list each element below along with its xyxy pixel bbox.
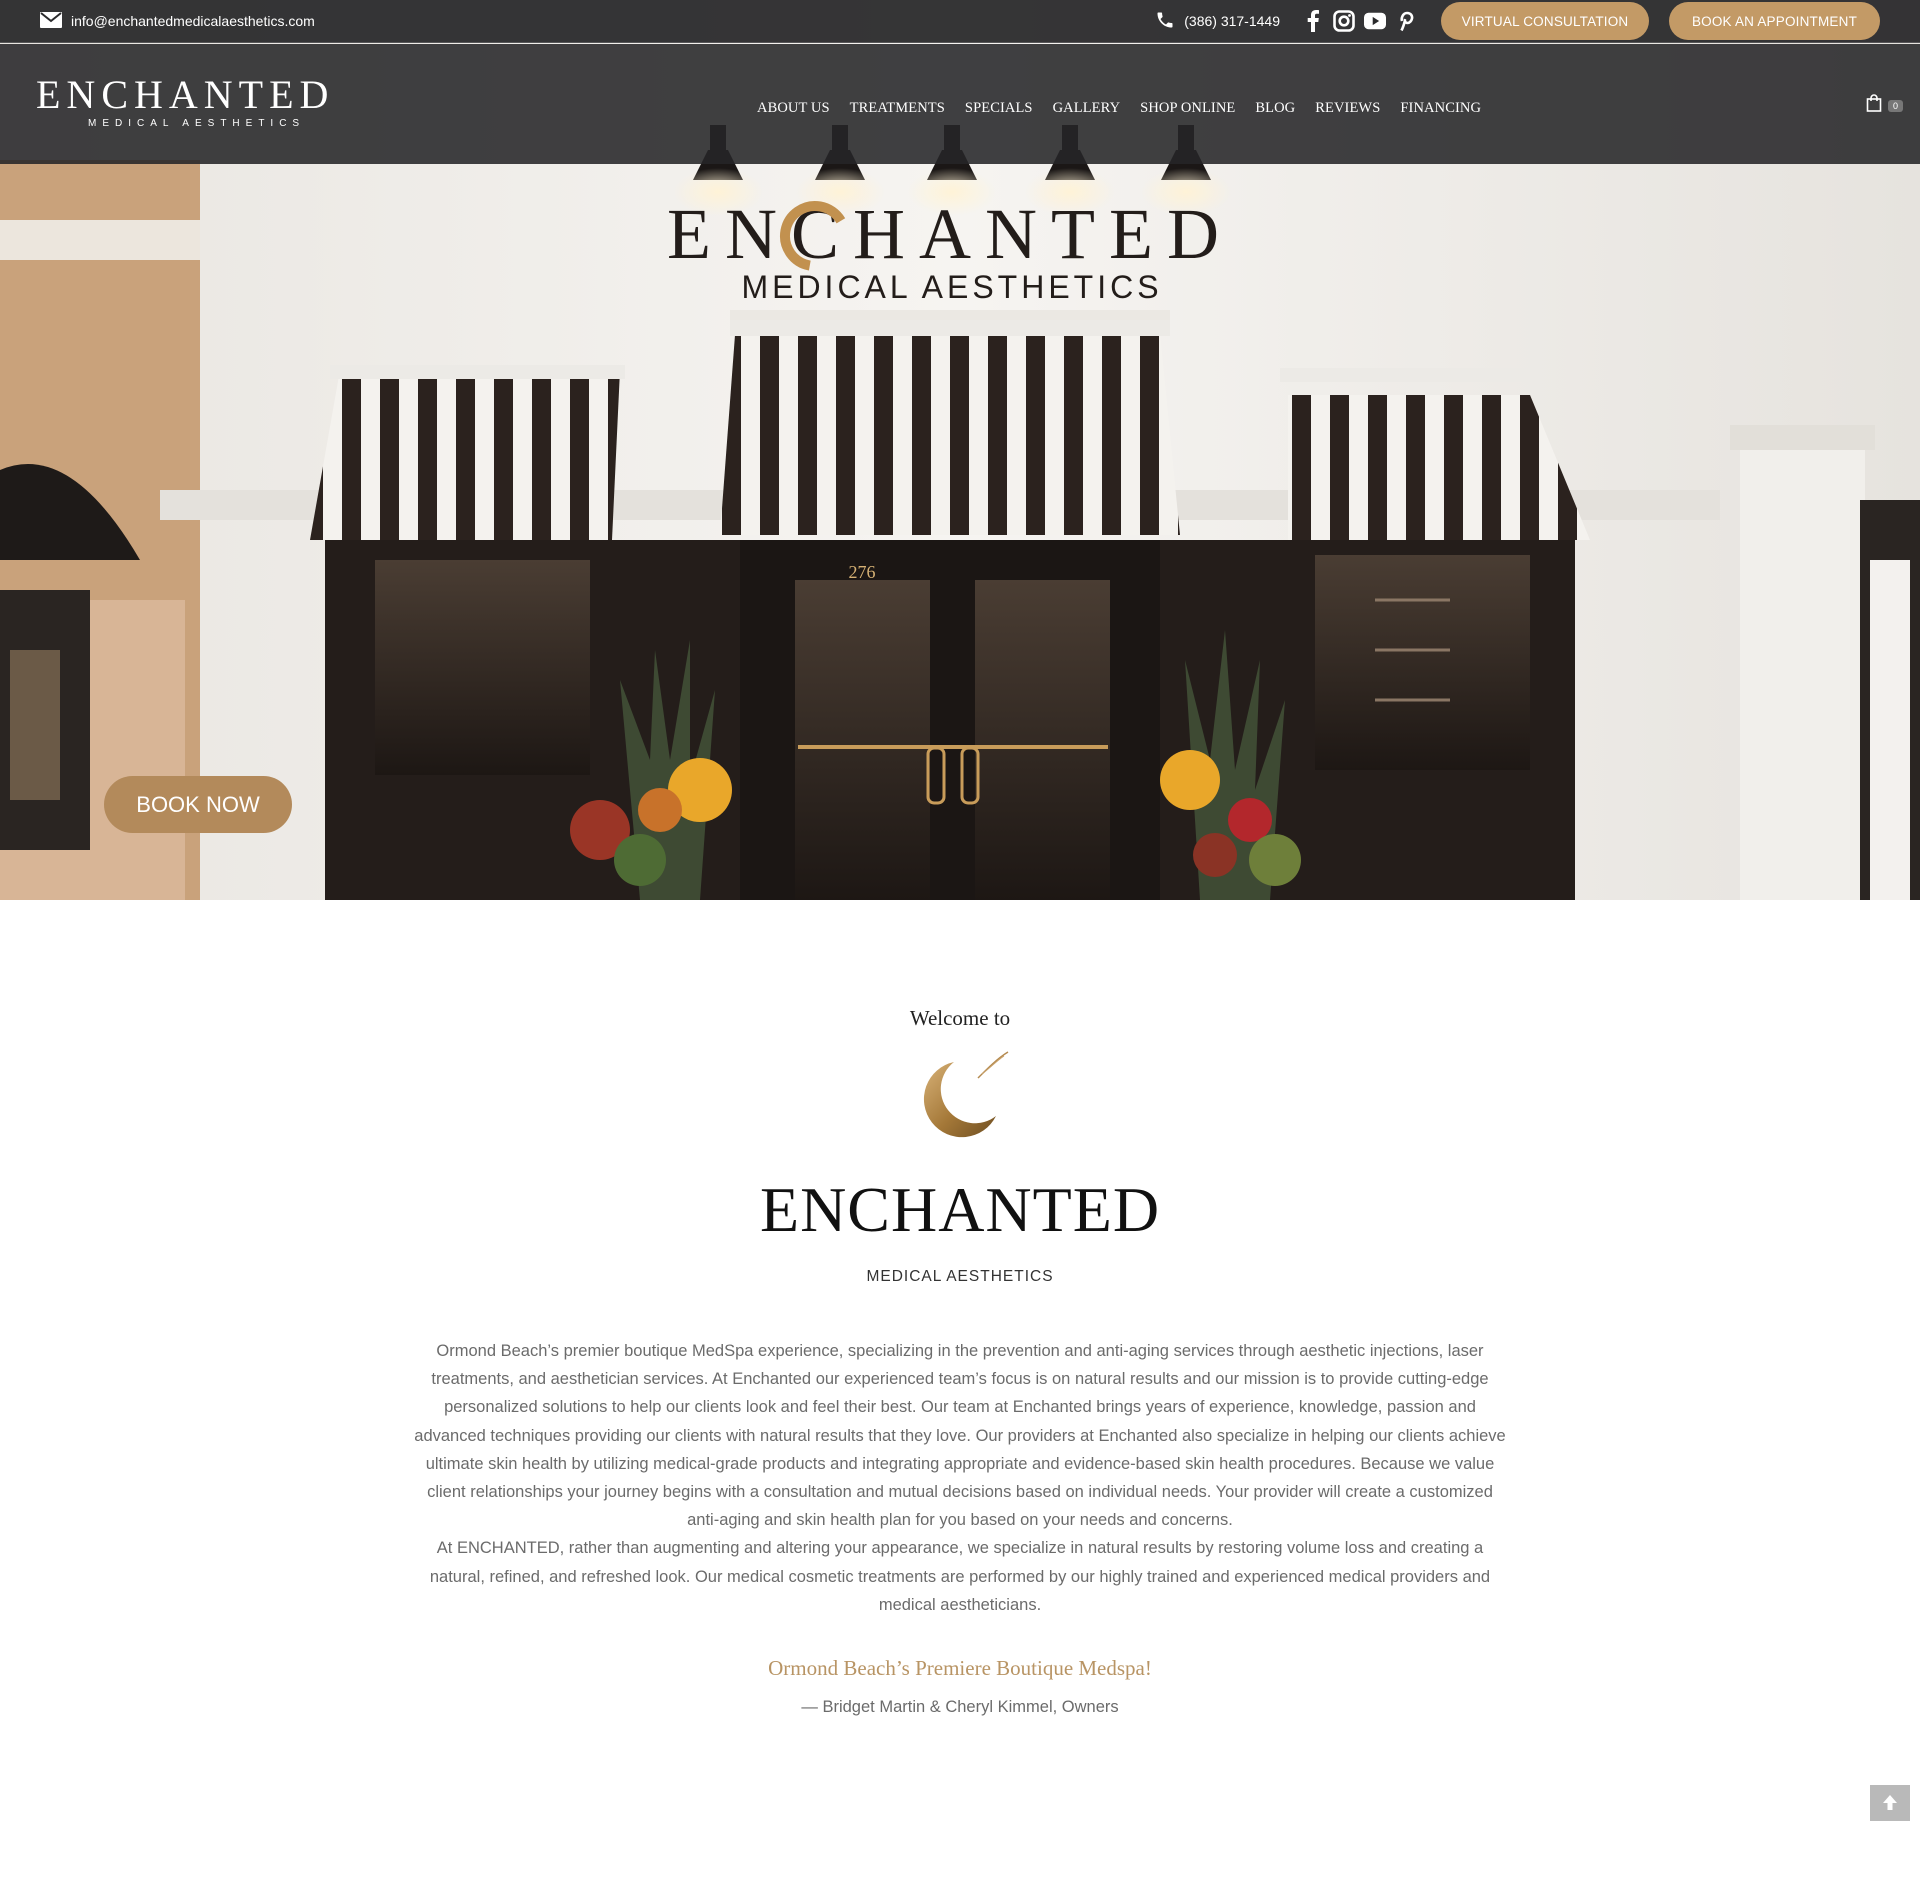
- phone-link[interactable]: (386) 317-1449: [1155, 10, 1280, 33]
- logo-wordmark: ENCHANTED: [36, 72, 335, 117]
- phone-text: (386) 317-1449: [1184, 13, 1280, 29]
- social-links: [1302, 10, 1417, 32]
- welcome-brand-subtitle: MEDICAL AESTHETICS: [866, 1268, 1054, 1285]
- email-text: info@enchantedmedicalaesthetics.com: [71, 13, 315, 29]
- site-logo[interactable]: ENCHANTED MEDICAL AESTHETICS: [36, 74, 336, 134]
- nav-item-reviews[interactable]: REVIEWS: [1315, 100, 1380, 117]
- book-appointment-button[interactable]: BOOK AN APPOINTMENT: [1669, 2, 1880, 40]
- virtual-consultation-button[interactable]: VIRTUAL CONSULTATION: [1441, 2, 1649, 40]
- crescent-moon-logo-icon: [908, 1048, 1012, 1144]
- main-header: ENCHANTED MEDICAL AESTHETICS ABOUT US TR…: [0, 44, 1920, 164]
- nav-item-financing[interactable]: FINANCING: [1400, 100, 1481, 117]
- scroll-to-top-button[interactable]: [1870, 1785, 1910, 1821]
- welcome-pre-title: Welcome to: [909, 1006, 1011, 1030]
- welcome-section: Welcome to ENCHANTED MEDICAL AESTHETICS …: [0, 900, 1920, 1881]
- book-now-button[interactable]: BOOK NOW: [104, 776, 292, 833]
- door-number: 276: [849, 562, 876, 582]
- logo-subtitle: MEDICAL AESTHETICS: [88, 118, 306, 129]
- storefront-sign-subtitle: MEDICAL AESTHETICS: [741, 269, 1162, 305]
- pinterest-icon[interactable]: [1395, 10, 1417, 32]
- shopping-cart[interactable]: 0: [1866, 94, 1904, 117]
- welcome-owners: — Bridget Martin & Cheryl Kimmel, Owners: [801, 1698, 1119, 1716]
- arrow-up-icon: [1880, 1792, 1900, 1815]
- cart-count-badge: 0: [1888, 99, 1904, 112]
- welcome-tagline: Ormond Beach’s Premiere Boutique Medspa!: [768, 1656, 1152, 1680]
- shopping-bag-icon: [1866, 94, 1882, 117]
- main-navigation: ABOUT US TREATMENTS SPECIALS GALLERY SHO…: [757, 100, 1481, 117]
- nav-item-shop-online[interactable]: SHOP ONLINE: [1140, 100, 1235, 117]
- welcome-description: Ormond Beach’s premier boutique MedSpa e…: [410, 1337, 1510, 1619]
- top-bar: info@enchantedmedicalaesthetics.com (386…: [0, 0, 1920, 43]
- phone-icon: [1155, 10, 1175, 33]
- envelope-icon: [40, 11, 62, 31]
- nav-item-blog[interactable]: BLOG: [1255, 100, 1295, 117]
- instagram-icon[interactable]: [1333, 10, 1355, 32]
- youtube-icon[interactable]: [1364, 10, 1386, 32]
- nav-item-gallery[interactable]: GALLERY: [1053, 100, 1121, 117]
- welcome-paragraph-1: Ormond Beach’s premier boutique MedSpa e…: [414, 1342, 1506, 1530]
- facebook-icon[interactable]: [1302, 10, 1324, 32]
- storefront-sign-title: ENCHANTED: [667, 194, 1233, 274]
- nav-item-treatments[interactable]: TREATMENTS: [850, 100, 945, 117]
- nav-item-about-us[interactable]: ABOUT US: [757, 100, 830, 117]
- welcome-paragraph-2: At ENCHANTED, rather than augmenting and…: [429, 1539, 1491, 1614]
- welcome-brand-title: ENCHANTED: [759, 1174, 1161, 1245]
- nav-item-specials[interactable]: SPECIALS: [965, 100, 1033, 117]
- email-link[interactable]: info@enchantedmedicalaesthetics.com: [40, 11, 315, 31]
